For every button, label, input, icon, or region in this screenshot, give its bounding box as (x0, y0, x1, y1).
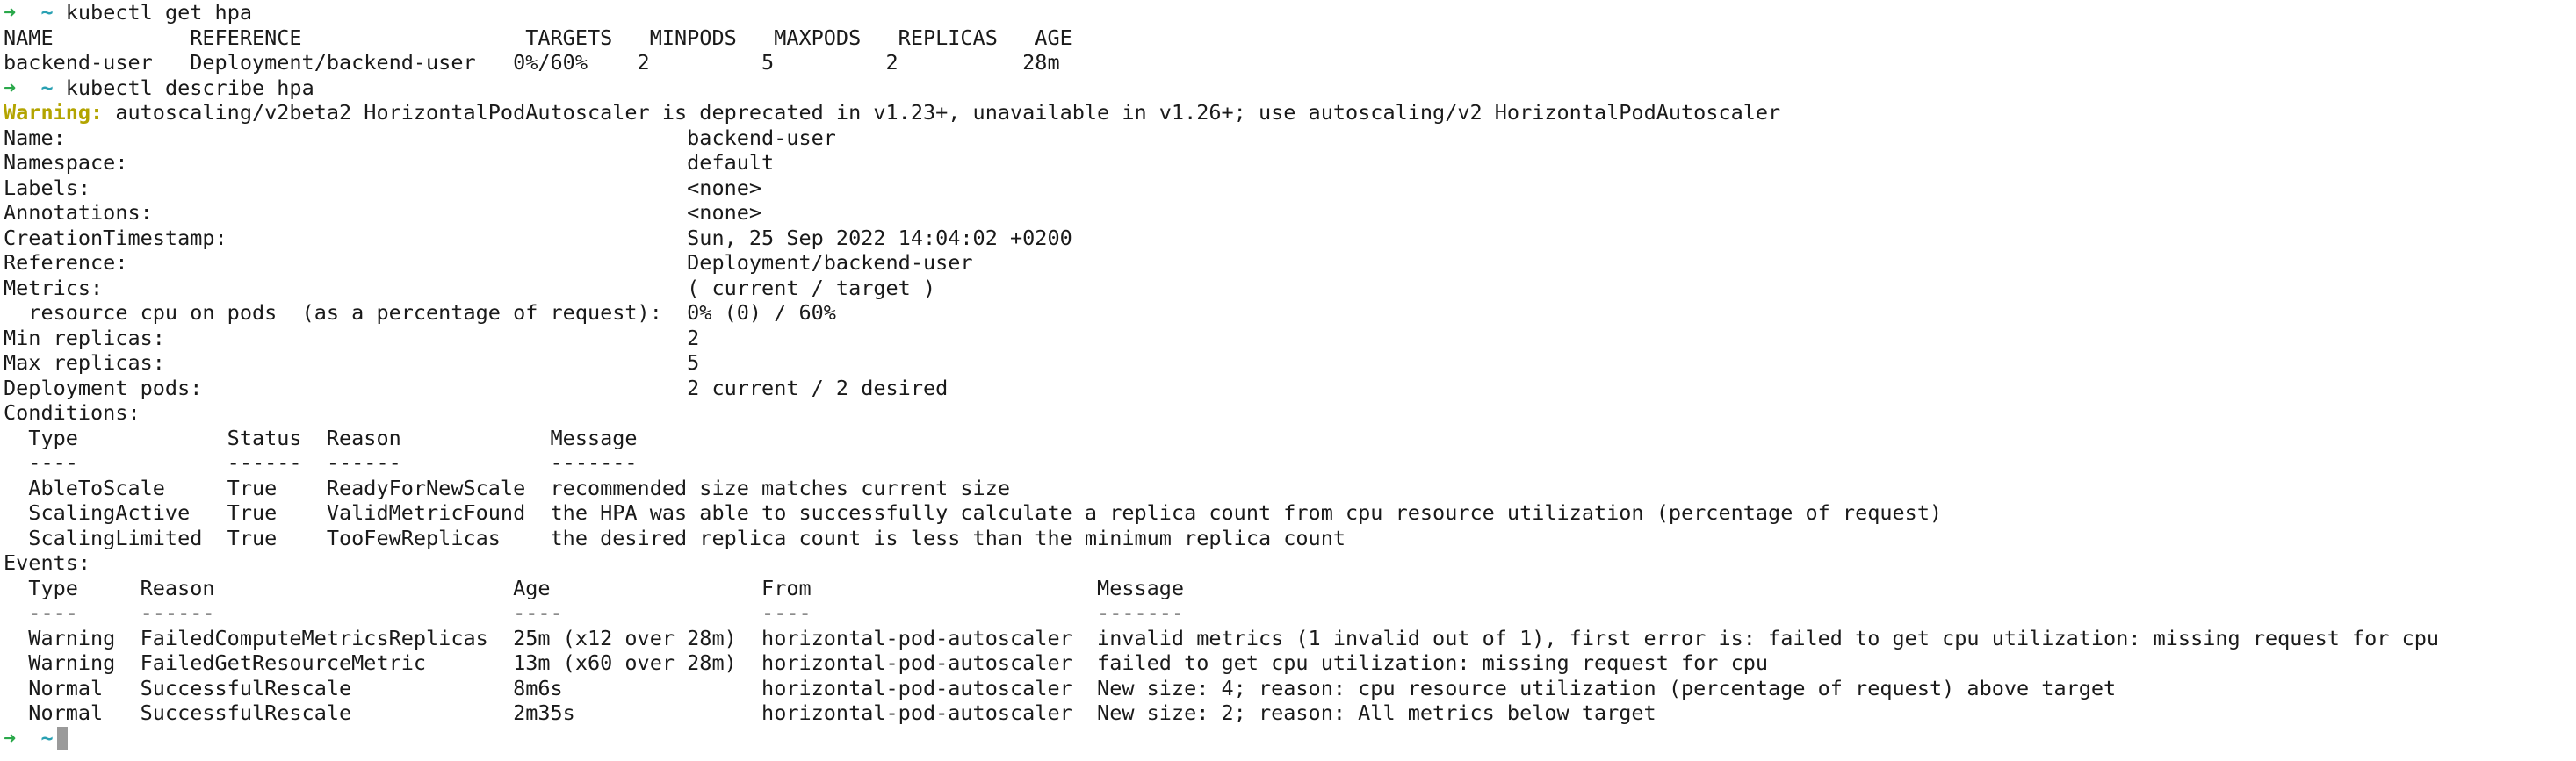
prompt-arrow-icon: ➜ (4, 0, 17, 25)
output-line: Min replicas: 2 (4, 325, 700, 350)
warning-line: Warning: autoscaling/v2beta2 HorizontalP… (4, 100, 2572, 126)
output-line: ---- ------ ------ ------- (4, 450, 638, 475)
output-line: Warning FailedGetResourceMetric 13m (x60… (4, 650, 1769, 675)
table-header: NAME REFERENCE TARGETS MINPODS MAXPODS R… (4, 25, 1072, 50)
output-line: Max replicas: 5 (4, 350, 700, 375)
output-line: Events: (4, 550, 91, 575)
output-line: ScalingActive True ValidMetricFound the … (4, 500, 1943, 525)
output-line: Annotations: <none> (4, 200, 762, 225)
output-line: CreationTimestamp: Sun, 25 Sep 2022 14:0… (4, 225, 1072, 250)
text-cursor[interactable] (56, 726, 68, 750)
output-line: Name: backend-user (4, 125, 836, 150)
output-line: Normal SuccessfulRescale 8m6s horizontal… (4, 675, 2117, 700)
prompt-arrow-icon: ➜ (4, 75, 17, 100)
warning-text: autoscaling/v2beta2 HorizontalPodAutosca… (103, 100, 1781, 125)
output-line: resource cpu on pods (as a percentage of… (4, 300, 836, 325)
output-line: ---- ------ ---- ---- ------- (4, 600, 1185, 625)
output-line: Deployment pods: 2 current / 2 desired (4, 375, 949, 400)
terminal-output[interactable]: ➜ ~ kubectl get hpa NAME REFERENCE TARGE… (4, 0, 2572, 761)
table-row: backend-user Deployment/backend-user 0%/… (4, 50, 1060, 75)
prompt-directory: ~ (40, 725, 54, 750)
prompt-directory: ~ (40, 0, 54, 25)
output-line: Reference: Deployment/backend-user (4, 250, 973, 275)
warning-label: Warning: (4, 100, 104, 125)
prompt-directory: ~ (40, 75, 54, 100)
terminal-line-prompt-active[interactable]: ➜ ~ (4, 726, 2572, 751)
output-line: Type Reason Age From Message (4, 575, 1185, 600)
output-line: AbleToScale True ReadyForNewScale recomm… (4, 475, 1011, 500)
output-line: Normal SuccessfulRescale 2m35s horizonta… (4, 700, 1656, 725)
terminal-line-prompt: ➜ ~ kubectl describe hpa (4, 75, 2572, 101)
describe-output: Name: backend-user Namespace: default Labe… (4, 126, 2572, 726)
output-line: ScalingLimited True TooFewReplicas the d… (4, 525, 1346, 550)
prompt-arrow-icon: ➜ (4, 725, 17, 750)
output-line: Metrics: ( current / target ) (4, 275, 936, 300)
output-line: Namespace: default (4, 150, 775, 175)
output-line: Labels: <none> (4, 175, 762, 200)
output-line: Warning FailedComputeMetricsReplicas 25m… (4, 625, 2440, 650)
command-text: kubectl get hpa (65, 0, 252, 25)
command-text: kubectl describe hpa (65, 75, 314, 100)
output-line: Conditions: (4, 400, 141, 425)
output-line: Type Status Reason Message (4, 425, 638, 450)
terminal-line-prompt: ➜ ~ kubectl get hpa (4, 0, 2572, 25)
